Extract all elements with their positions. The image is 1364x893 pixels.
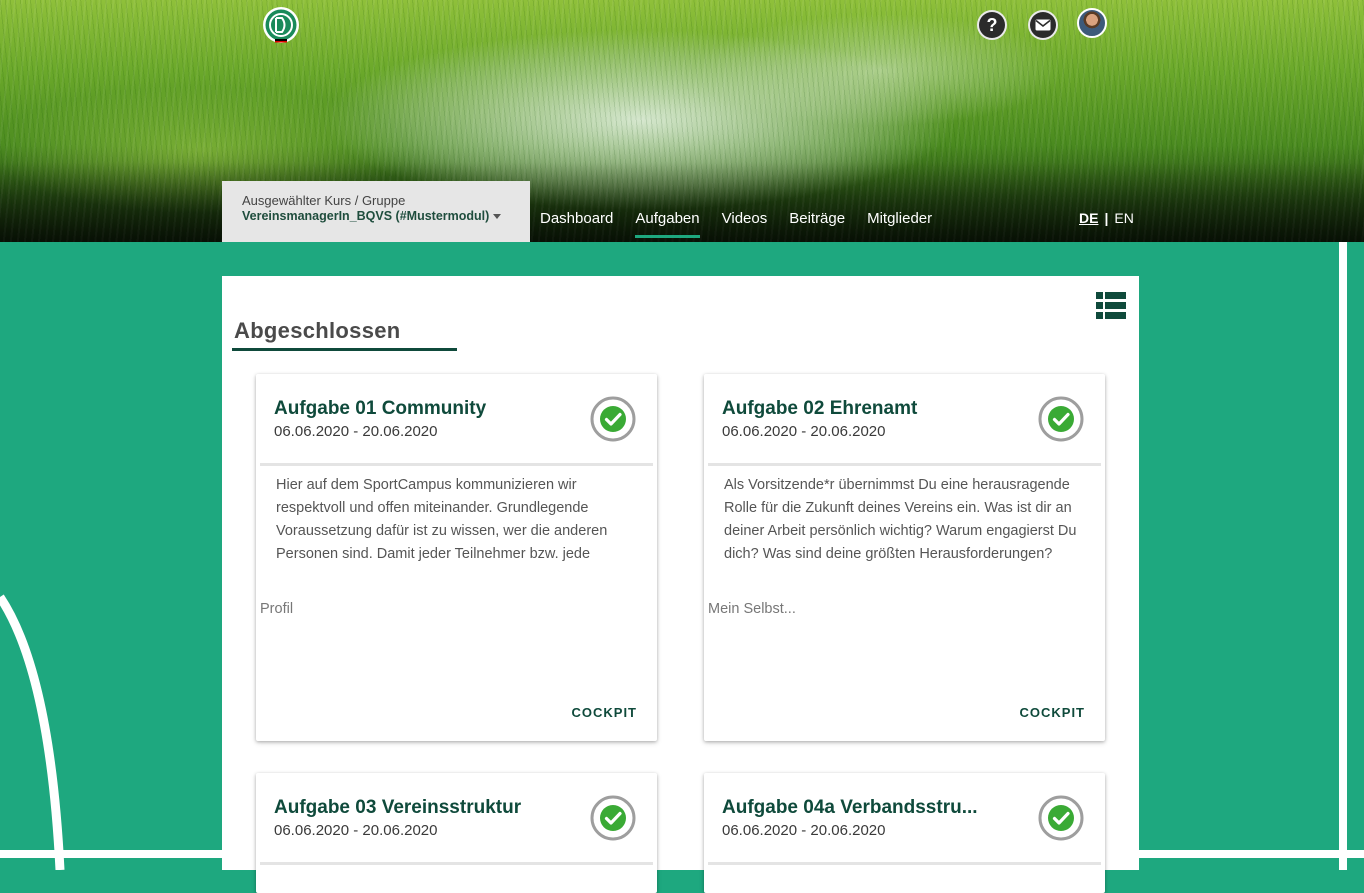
task-link[interactable]: Mein Selbst... bbox=[708, 601, 796, 617]
task-date: 06.06.2020 - 20.06.2020 bbox=[274, 423, 438, 440]
task-link[interactable]: Profil bbox=[260, 601, 293, 617]
section-title: Abgeschlossen bbox=[234, 318, 401, 343]
nav-dashboard[interactable]: Dashboard bbox=[540, 210, 613, 238]
main-nav: Dashboard Aufgaben Videos Beiträge Mitgl… bbox=[540, 210, 954, 238]
task-card[interactable]: Aufgabe 02 Ehrenamt 06.06.2020 - 20.06.2… bbox=[704, 374, 1105, 741]
envelope-icon bbox=[1035, 19, 1051, 31]
task-card[interactable]: Aufgabe 03 Vereinsstruktur 06.06.2020 - … bbox=[256, 773, 657, 893]
chevron-down-icon bbox=[493, 214, 502, 220]
mail-icon[interactable] bbox=[1028, 10, 1058, 40]
card-divider bbox=[260, 463, 653, 466]
task-date: 06.06.2020 - 20.06.2020 bbox=[722, 423, 886, 440]
nav-beitraege[interactable]: Beiträge bbox=[789, 210, 845, 238]
check-icon bbox=[590, 795, 636, 841]
card-divider bbox=[260, 862, 653, 865]
task-date: 06.06.2020 - 20.06.2020 bbox=[274, 822, 438, 839]
task-title[interactable]: Aufgabe 01 Community bbox=[274, 398, 486, 420]
check-icon bbox=[1038, 396, 1084, 442]
task-date: 06.06.2020 - 20.06.2020 bbox=[722, 822, 886, 839]
task-card[interactable]: Aufgabe 04a Verbandsstru... 06.06.2020 -… bbox=[704, 773, 1105, 893]
nav-videos[interactable]: Videos bbox=[722, 210, 768, 238]
dfb-logo-icon[interactable] bbox=[262, 6, 300, 44]
lang-separator: | bbox=[1104, 210, 1109, 226]
course-selector-label: Ausgewählter Kurs / Gruppe bbox=[242, 193, 406, 208]
lang-en-link[interactable]: EN bbox=[1114, 210, 1133, 226]
nav-mitglieder[interactable]: Mitglieder bbox=[867, 210, 932, 238]
course-selector[interactable]: Ausgewählter Kurs / Gruppe Vereinsmanage… bbox=[222, 181, 530, 242]
task-title[interactable]: Aufgabe 03 Vereinsstruktur bbox=[274, 797, 521, 819]
task-description: Hier auf dem SportCampus kommunizieren w… bbox=[276, 477, 608, 562]
task-card[interactable]: Aufgabe 01 Community 06.06.2020 - 20.06.… bbox=[256, 374, 657, 741]
tasks-panel: Abgeschlossen Aufgabe 01 Community 06.06… bbox=[222, 276, 1139, 893]
check-icon bbox=[590, 396, 636, 442]
check-icon bbox=[1038, 795, 1084, 841]
lang-de-link[interactable]: DE bbox=[1079, 210, 1098, 226]
language-switch: DE | EN bbox=[1079, 210, 1134, 226]
course-name: VereinsmanagerIn_BQVS (#Mustermodul) bbox=[242, 209, 490, 223]
header-banner: ? Ausgewählter Kurs / Gruppe Vereinsmana… bbox=[0, 0, 1364, 242]
card-divider bbox=[708, 862, 1101, 865]
cockpit-button[interactable]: COCKPIT bbox=[572, 705, 638, 720]
nav-aufgaben[interactable]: Aufgaben bbox=[635, 210, 700, 238]
task-title[interactable]: Aufgabe 02 Ehrenamt bbox=[722, 398, 917, 420]
task-title[interactable]: Aufgabe 04a Verbandsstru... bbox=[722, 797, 978, 819]
section-underline bbox=[232, 348, 457, 351]
user-avatar[interactable] bbox=[1077, 8, 1107, 38]
help-icon[interactable]: ? bbox=[977, 10, 1007, 40]
list-view-icon[interactable] bbox=[1096, 292, 1126, 320]
task-description: Als Vorsitzende*r übernimmst Du eine her… bbox=[724, 477, 1077, 562]
cockpit-button[interactable]: COCKPIT bbox=[1020, 705, 1086, 720]
card-divider bbox=[708, 463, 1101, 466]
course-selector-value[interactable]: VereinsmanagerIn_BQVS (#Mustermodul) bbox=[242, 209, 530, 223]
